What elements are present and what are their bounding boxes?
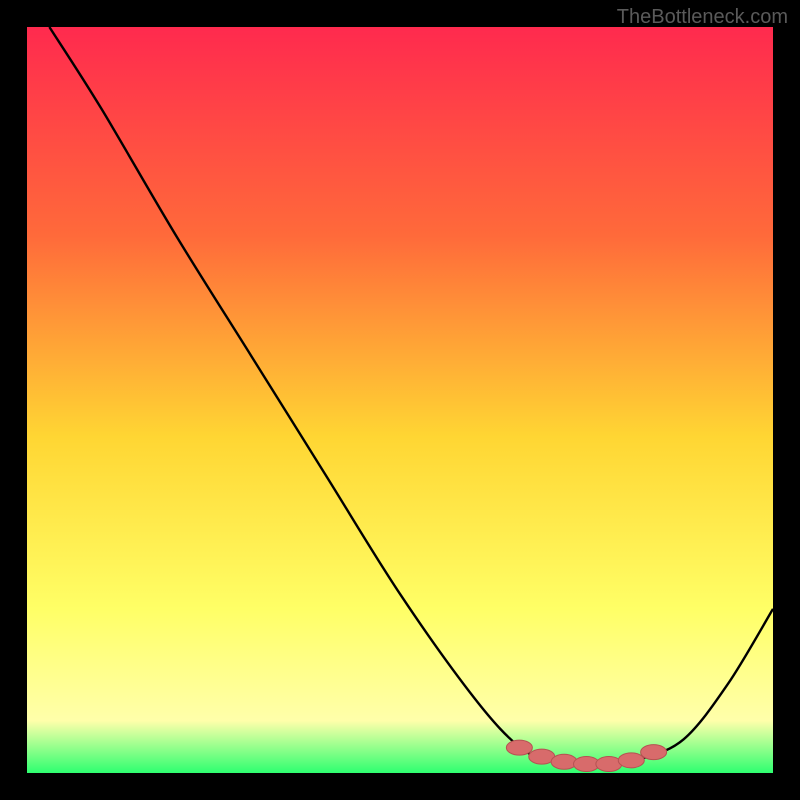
optimal-marker — [618, 753, 644, 768]
optimal-marker — [641, 745, 667, 760]
optimal-marker — [506, 740, 532, 755]
chart-plot-area — [27, 27, 773, 773]
optimal-marker — [551, 754, 577, 769]
attribution-label: TheBottleneck.com — [617, 6, 788, 29]
heatmap-background — [27, 27, 773, 773]
bottleneck-chart — [27, 27, 773, 773]
